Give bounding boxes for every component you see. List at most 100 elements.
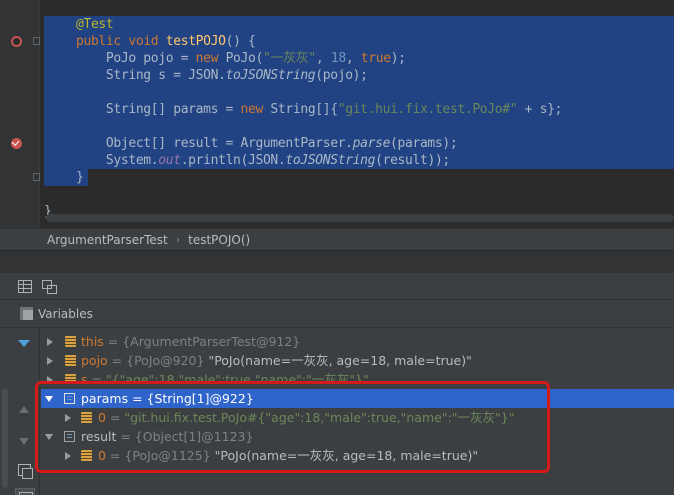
- expand-arrow-icon[interactable]: [47, 357, 53, 365]
- copy-icon[interactable]: [18, 464, 33, 479]
- code-area[interactable]: @Test public void testPOJO() { PoJo pojo…: [44, 16, 674, 220]
- field-icon: [81, 450, 92, 461]
- breadcrumb-method[interactable]: testPOJO(): [188, 233, 250, 247]
- code-line-10: }: [44, 169, 88, 186]
- variable-eq: =: [116, 429, 135, 444]
- code-line-6: String[] params = new String[]{"git.hui.…: [44, 101, 674, 118]
- filter-icon[interactable]: [18, 340, 31, 352]
- array-icon: [64, 431, 75, 442]
- gutter-line-parse[interactable]: [0, 135, 40, 152]
- gutter-line-method[interactable]: [0, 33, 40, 50]
- code-text: String[]{: [262, 102, 338, 117]
- code-text: String s = JSON.: [105, 68, 226, 83]
- variable-eq: =: [105, 410, 125, 425]
- expand-arrow-icon[interactable]: [47, 338, 53, 346]
- table-icon[interactable]: [18, 280, 32, 293]
- code-text: System.: [105, 153, 159, 168]
- variable-name: params: [81, 391, 129, 406]
- variable-type: {String[1]@922}: [146, 391, 254, 406]
- code-punct: ,: [315, 51, 331, 66]
- string-literal: "git.hui.fix.test.PoJo#": [337, 102, 518, 117]
- variable-row-params-0[interactable]: 0 = "git.hui.fix.test.PoJo#{"age":18,"ma…: [41, 408, 674, 427]
- string-literal: "一灰灰": [262, 51, 316, 66]
- variables-side-toolbar: [0, 328, 40, 495]
- keyword-new: new: [195, 51, 219, 66]
- variable-type: {ArgumentParserTest@912}: [122, 334, 301, 349]
- up-icon[interactable]: [18, 404, 31, 416]
- fold-icon[interactable]: [33, 37, 40, 45]
- code-text: (pojo);: [315, 68, 368, 83]
- debug-tabs-bar: [0, 250, 674, 272]
- variable-name: result: [81, 429, 117, 444]
- run-breakpoint-icon[interactable]: [11, 36, 22, 47]
- variable-name: pojo: [81, 353, 108, 368]
- field-icon: [65, 336, 76, 347]
- method-call: toJSONString: [225, 68, 316, 83]
- variables-tree[interactable]: this = {ArgumentParserTest@912} pojo = {…: [41, 332, 674, 465]
- variable-row-result[interactable]: result = {Object[1]@1123}: [41, 427, 674, 446]
- expand-arrow-icon[interactable]: [47, 376, 53, 384]
- code-line-9: System.out.println(JSON.toJSONString(res…: [44, 152, 674, 169]
- down-icon[interactable]: [18, 436, 31, 448]
- variable-type: {PoJo@920}: [126, 353, 205, 368]
- variable-row-params[interactable]: params = {String[1]@922}: [41, 389, 674, 408]
- variable-eq: =: [103, 334, 123, 349]
- collapse-arrow-icon[interactable]: [45, 434, 53, 440]
- code-line-3: PoJo pojo = new PoJo("一灰灰", 18, true);: [44, 50, 674, 67]
- code-text: PoJo pojo =: [105, 51, 196, 66]
- field-icon: [65, 355, 76, 366]
- variable-eq: =: [105, 448, 125, 463]
- horizontal-scrollbar[interactable]: [46, 214, 674, 222]
- vertical-scrollbar[interactable]: [2, 388, 8, 488]
- breadcrumb-class[interactable]: ArgumentParserTest: [47, 233, 168, 247]
- code-line-11: [44, 186, 674, 203]
- expand-arrow-icon[interactable]: [65, 414, 71, 422]
- code-text: PoJo(: [218, 51, 264, 66]
- variable-name: this: [81, 334, 104, 349]
- breakpoint-hit-icon[interactable]: [11, 138, 22, 149]
- variable-type: {PoJo@1125}: [124, 448, 211, 463]
- field-icon: [81, 412, 92, 423]
- code-punct: ,: [345, 51, 361, 66]
- code-editor[interactable]: @Test public void testPOJO() { PoJo pojo…: [0, 0, 674, 228]
- code-line-1: @Test: [44, 16, 674, 33]
- field-icon: [65, 374, 76, 384]
- variable-name: 0: [98, 448, 106, 463]
- breadcrumb: ArgumentParserTest › testPOJO(): [0, 228, 674, 250]
- variable-eq: =: [87, 372, 106, 384]
- variable-row-pojo[interactable]: pojo = {PoJo@920} "PoJo(name=一灰灰, age=18…: [41, 351, 674, 370]
- code-text: String[] params =: [105, 102, 241, 117]
- variable-value: "PoJo(name=一灰灰, age=18, male=true)": [210, 448, 479, 463]
- variable-row-this[interactable]: this = {ArgumentParserTest@912}: [41, 332, 674, 351]
- editor-gutter[interactable]: [0, 0, 40, 228]
- code-punct: () {: [225, 34, 256, 49]
- variable-eq: =: [107, 353, 127, 368]
- collapse-arrow-icon[interactable]: [45, 396, 53, 402]
- keyword-void: void: [128, 34, 159, 49]
- restore-layout-icon[interactable]: [42, 280, 57, 294]
- array-icon: [64, 393, 75, 404]
- variable-value: "{"age":18,"male":true,"name":"一灰灰"}": [105, 372, 369, 384]
- breadcrumb-separator: ›: [175, 233, 181, 246]
- variable-type: {Object[1]@1123}: [134, 429, 254, 444]
- variables-panel: Variables this = {ArgumentParserTest@912…: [0, 300, 674, 495]
- fold-icon[interactable]: [33, 173, 40, 181]
- code-text: + s};: [517, 102, 563, 117]
- method-name: testPOJO: [165, 34, 226, 49]
- annotation: @Test: [76, 17, 114, 32]
- watch-icon[interactable]: [15, 488, 35, 495]
- variable-row-result-0[interactable]: 0 = {PoJo@1125} "PoJo(name=一灰灰, age=18, …: [41, 446, 674, 465]
- variable-row-s[interactable]: s = "{"age":18,"male":true,"name":"一灰灰"}…: [41, 370, 674, 384]
- code-text: (params);: [390, 136, 458, 151]
- variables-icon: [20, 307, 33, 320]
- code-punct: );: [390, 51, 406, 66]
- gutter-line-close: [0, 169, 40, 186]
- variables-header: Variables: [0, 300, 674, 328]
- method-call: parse: [352, 136, 391, 151]
- method-call: toJSONString: [285, 153, 376, 168]
- variables-title: Variables: [38, 306, 93, 321]
- expand-arrow-icon[interactable]: [65, 452, 71, 460]
- variable-value: "PoJo(name=一灰灰, age=18, male=true)": [204, 353, 472, 368]
- keyword-new: new: [240, 102, 264, 117]
- code-line-5: [44, 84, 674, 101]
